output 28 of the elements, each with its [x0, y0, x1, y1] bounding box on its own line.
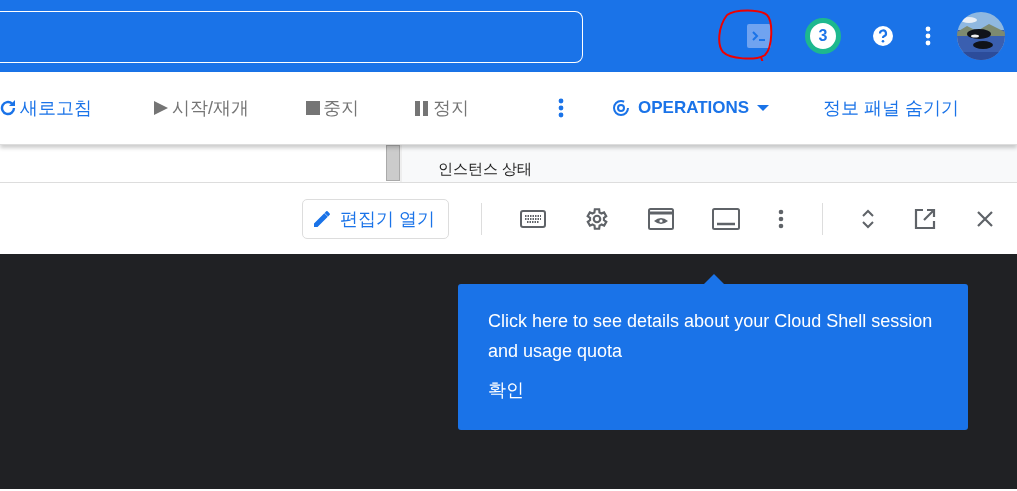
open-in-new-icon[interactable]	[913, 206, 937, 231]
help-icon[interactable]	[871, 24, 895, 48]
settings-icon[interactable]	[584, 205, 610, 232]
stop-icon	[305, 100, 321, 116]
more-icon[interactable]	[925, 26, 931, 46]
more-icon[interactable]	[778, 207, 784, 230]
tooltip-text: Click here to see details about your Cloud Shell session and usage quota	[488, 310, 934, 363]
operations-dropdown[interactable]: OPERATIONS	[612, 98, 770, 118]
refresh-button[interactable]: 새로고침	[0, 96, 152, 120]
refresh-icon	[0, 98, 18, 118]
confirm-button[interactable]: 확인	[488, 378, 524, 402]
panel-icon[interactable]	[712, 207, 740, 230]
play-icon	[152, 99, 170, 117]
pause-icon	[413, 99, 431, 117]
more-icon[interactable]	[558, 98, 564, 118]
preview-icon[interactable]	[648, 207, 674, 230]
close-icon[interactable]	[975, 208, 995, 229]
pencil-icon	[312, 208, 332, 229]
hide-info-panel-link[interactable]: 정보 패널 숨기기	[823, 96, 960, 120]
expand-icon[interactable]	[861, 208, 875, 229]
open-editor-button[interactable]: 편집기 열기	[302, 198, 449, 239]
search-field[interactable]	[0, 11, 583, 63]
panel-title: 인스턴스 상태	[438, 160, 533, 179]
keyboard-icon[interactable]	[520, 209, 546, 228]
scrollbar-thumb[interactable]	[386, 145, 400, 181]
caret-icon	[757, 105, 770, 111]
operations-icon	[612, 99, 630, 117]
notification-count[interactable]: 3	[805, 18, 841, 54]
